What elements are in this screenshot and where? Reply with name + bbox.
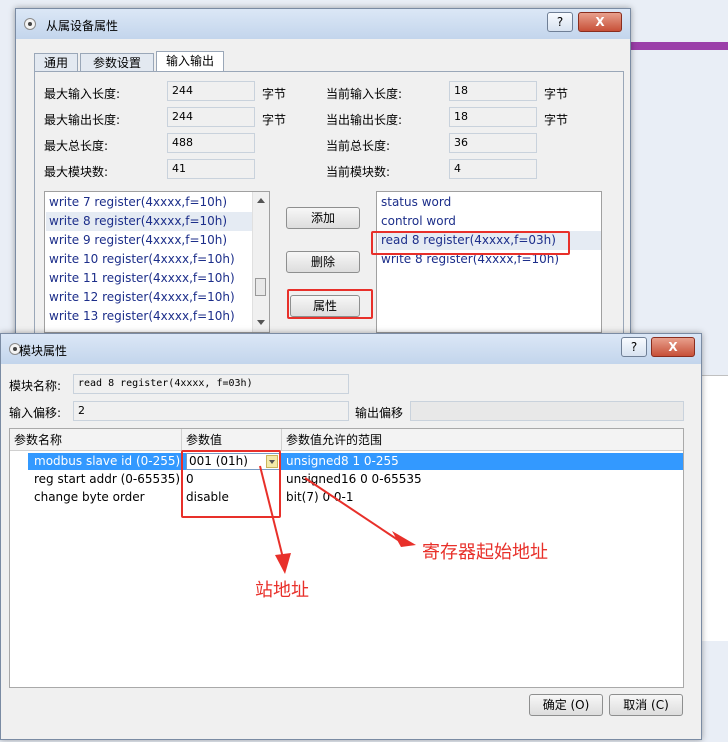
max-modules-field: 41 (167, 159, 255, 179)
list-item[interactable]: status word (381, 193, 451, 212)
list-scrollbar[interactable] (252, 192, 269, 332)
list-item[interactable]: write 9 register(4xxxx,f=10h) (49, 231, 227, 250)
list-item-label: write 8 register(4xxxx,f=10h) (49, 214, 228, 228)
cur-input-field: 18 (449, 81, 537, 101)
window-title: 从属设备属性 (46, 19, 119, 33)
max-total-label: 最大总长度: (44, 139, 109, 153)
output-offset-label: 输出偏移 (355, 406, 404, 420)
row-name[interactable]: change byte order (34, 489, 145, 506)
cur-input-label: 当前输入长度: (326, 87, 403, 101)
row-name[interactable]: reg start addr (0-65535) (34, 471, 180, 488)
tab-general[interactable]: 通用 (34, 53, 78, 73)
parameter-grid: 参数名称 参数值 参数值允许的范围 modbus slave id (0-255… (9, 428, 684, 688)
max-modules-label: 最大模块数: (44, 165, 109, 179)
title-bar[interactable]: 从属设备属性 ? X (16, 9, 630, 39)
configured-modules-list[interactable]: status word control word read 8 register… (376, 191, 602, 333)
input-offset-label: 输入偏移: (9, 406, 62, 420)
output-offset-field (410, 401, 684, 421)
column-header-name[interactable]: 参数名称 (10, 429, 182, 451)
cur-modules-field: 4 (449, 159, 537, 179)
max-output-field: 244 (167, 107, 255, 127)
title-bar[interactable]: 模块属性 ? X (1, 334, 701, 364)
list-item[interactable]: write 8 register(4xxxx,f=10h) (46, 212, 255, 231)
input-offset-field: 2 (73, 401, 349, 421)
close-button[interactable]: X (578, 12, 622, 32)
module-name-field: read 8 register(4xxxx, f=03h) (73, 374, 349, 394)
row-range: unsigned8 1 0-255 (286, 454, 399, 468)
cur-output-label: 当出输出长度: (326, 113, 403, 127)
ok-button[interactable]: 确定 (O) (529, 694, 603, 716)
cur-output-field: 18 (449, 107, 537, 127)
help-button[interactable]: ? (547, 12, 573, 32)
highlight-properties-button (287, 289, 373, 319)
list-item[interactable]: control word (381, 212, 456, 231)
list-item[interactable]: write 13 register(4xxxx,f=10h) (49, 307, 235, 326)
cur-input-unit: 字节 (544, 87, 569, 101)
app-icon (24, 18, 36, 30)
delete-button[interactable]: 删除 (286, 251, 360, 273)
annotation-station-address: 站地址 (255, 580, 309, 601)
list-item[interactable]: write 12 register(4xxxx,f=10h) (49, 288, 235, 307)
column-header-value[interactable]: 参数值 (182, 429, 282, 451)
max-input-field: 244 (167, 81, 255, 101)
row-range: unsigned16 0 0-65535 (286, 472, 422, 486)
available-modules-list[interactable]: write 7 register(4xxxx,f=10h) write 8 re… (44, 191, 270, 333)
cur-modules-label: 当前模块数: (326, 165, 391, 179)
row-range: bit(7) 0 0-1 (286, 490, 354, 504)
device-properties-window: 从属设备属性 ? X 通用 参数设置 输入输出 最大输入长度: 244 字节 最… (15, 8, 631, 341)
window-title: 模块属性 (19, 344, 68, 358)
row-name: modbus slave id (0-255) (34, 454, 181, 468)
max-output-unit: 字节 (262, 113, 287, 127)
module-properties-window: 模块属性 ? X 模块名称: read 8 register(4xxxx, f=… (0, 333, 702, 740)
scroll-thumb[interactable] (255, 278, 266, 296)
max-input-unit: 字节 (262, 87, 287, 101)
scroll-up-arrow-icon[interactable] (257, 198, 265, 203)
add-button[interactable]: 添加 (286, 207, 360, 229)
annotation-register-start: 寄存器起始地址 (422, 542, 548, 563)
scroll-down-arrow-icon[interactable] (257, 320, 265, 325)
max-output-label: 最大输出长度: (44, 113, 121, 127)
tab-parameters[interactable]: 参数设置 (80, 53, 154, 73)
max-total-field: 488 (167, 133, 255, 153)
highlight-selected-module (371, 231, 570, 255)
list-item[interactable]: write 10 register(4xxxx,f=10h) (49, 250, 235, 269)
list-item[interactable]: write 11 register(4xxxx,f=10h) (49, 269, 235, 288)
background-purple-line (628, 42, 728, 50)
column-header-range[interactable]: 参数值允许的范围 (282, 429, 683, 451)
list-item[interactable]: write 7 register(4xxxx,f=10h) (49, 193, 227, 212)
background-panel-right (700, 375, 728, 641)
cur-total-field: 36 (449, 133, 537, 153)
help-button[interactable]: ? (621, 337, 647, 357)
max-input-label: 最大输入长度: (44, 87, 121, 101)
module-name-label: 模块名称: (9, 379, 62, 393)
cur-total-label: 当前总长度: (326, 139, 391, 153)
cur-output-unit: 字节 (544, 113, 569, 127)
close-button[interactable]: X (651, 337, 695, 357)
highlight-parameter-values (181, 450, 281, 518)
tab-io[interactable]: 输入输出 (156, 51, 224, 73)
cancel-button[interactable]: 取消 (C) (609, 694, 683, 716)
